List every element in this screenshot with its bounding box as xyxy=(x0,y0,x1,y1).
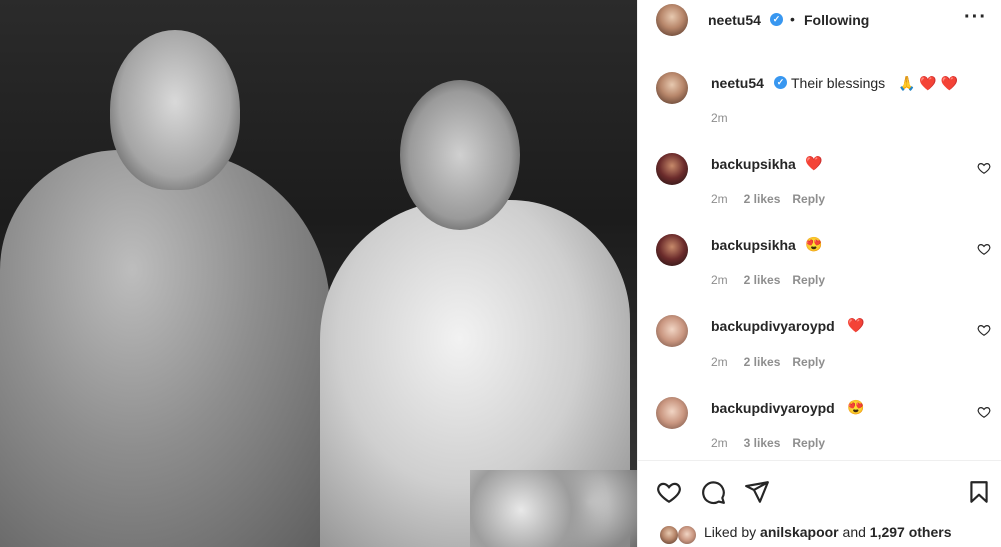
liker-avatar[interactable] xyxy=(660,526,678,544)
post-side-panel: neetu54 ✓ • Following ··· neetu54 ✓ Thei… xyxy=(637,0,1001,547)
liker-avatar[interactable] xyxy=(678,526,696,544)
comment-timestamp: 2m xyxy=(711,273,728,287)
comment-likes-count[interactable]: 2 likes xyxy=(744,192,781,206)
comment-timestamp: 2m xyxy=(711,355,728,369)
comment-icon[interactable] xyxy=(700,479,726,505)
liked-by-others[interactable]: 1,297 others xyxy=(870,524,952,540)
share-icon[interactable] xyxy=(744,479,770,505)
comment-text: 😍 xyxy=(847,399,865,415)
comment-username[interactable]: backupsikha xyxy=(711,237,796,253)
comment-meta: 2m 2 likes Reply xyxy=(711,355,825,369)
comment-username[interactable]: backupsikha xyxy=(711,156,796,172)
liked-by-prefix: Liked by xyxy=(704,524,757,540)
comment-meta: 2m 2 likes Reply xyxy=(711,273,825,287)
more-options-icon[interactable]: ··· xyxy=(964,6,987,29)
photo-man-head xyxy=(110,30,240,190)
reply-button[interactable]: Reply xyxy=(792,192,825,206)
comment-heart-icon[interactable] xyxy=(977,161,991,175)
liked-by-summary: Liked by anilskapoor and 1,297 others xyxy=(704,524,952,540)
photo-man-body xyxy=(0,150,330,547)
verified-badge-icon: ✓ xyxy=(774,76,787,89)
bookmark-icon[interactable] xyxy=(966,479,992,505)
comment-likes-count[interactable]: 2 likes xyxy=(744,273,781,287)
reply-button[interactable]: Reply xyxy=(792,355,825,369)
caption-emojis: 🙏 ❤️ ❤️ xyxy=(898,75,959,91)
comment-heart-icon[interactable] xyxy=(977,323,991,337)
comment-avatar[interactable] xyxy=(656,153,688,185)
comment-meta: 2m 3 likes Reply xyxy=(711,436,825,450)
caption-timestamp: 2m xyxy=(711,111,728,125)
comment-meta: 2m 2 likes Reply xyxy=(711,192,825,206)
caption-avatar[interactable] xyxy=(656,72,688,104)
comment-likes-count[interactable]: 2 likes xyxy=(744,355,781,369)
comment-heart-icon[interactable] xyxy=(977,242,991,256)
comment-username[interactable]: backupdivyaroypd xyxy=(711,400,835,416)
comment-text: 😍 xyxy=(805,236,823,252)
reply-button[interactable]: Reply xyxy=(792,273,825,287)
post-image[interactable] xyxy=(0,0,637,547)
comment-avatar[interactable] xyxy=(656,315,688,347)
post-header: neetu54 ✓ • Following ··· xyxy=(638,0,1001,40)
heart-icon[interactable] xyxy=(656,479,682,505)
comment-avatar[interactable] xyxy=(656,397,688,429)
caption-username[interactable]: neetu54 xyxy=(711,75,764,91)
separator-dot: • xyxy=(790,11,795,27)
liked-by-user[interactable]: anilskapoor xyxy=(760,524,839,540)
comment-likes-count[interactable]: 3 likes xyxy=(744,436,781,450)
comment-heart-icon[interactable] xyxy=(977,405,991,419)
author-avatar[interactable] xyxy=(656,4,688,36)
comment-timestamp: 2m xyxy=(711,436,728,450)
reply-button[interactable]: Reply xyxy=(792,436,825,450)
photo-woman-head xyxy=(400,80,520,230)
comment-username[interactable]: backupdivyaroypd xyxy=(711,318,835,334)
comment-text: ❤️ xyxy=(847,317,865,333)
post-actions-bar xyxy=(638,460,1001,518)
author-username[interactable]: neetu54 xyxy=(708,12,761,28)
liked-by-conjunction: and xyxy=(842,524,866,540)
comment-avatar[interactable] xyxy=(656,234,688,266)
verified-badge-icon: ✓ xyxy=(770,13,783,26)
comment-timestamp: 2m xyxy=(711,192,728,206)
following-button[interactable]: Following xyxy=(804,12,869,28)
caption-text: Their blessings xyxy=(791,75,886,91)
comment-text: ❤️ xyxy=(805,155,823,171)
photo-flowers xyxy=(470,470,637,547)
